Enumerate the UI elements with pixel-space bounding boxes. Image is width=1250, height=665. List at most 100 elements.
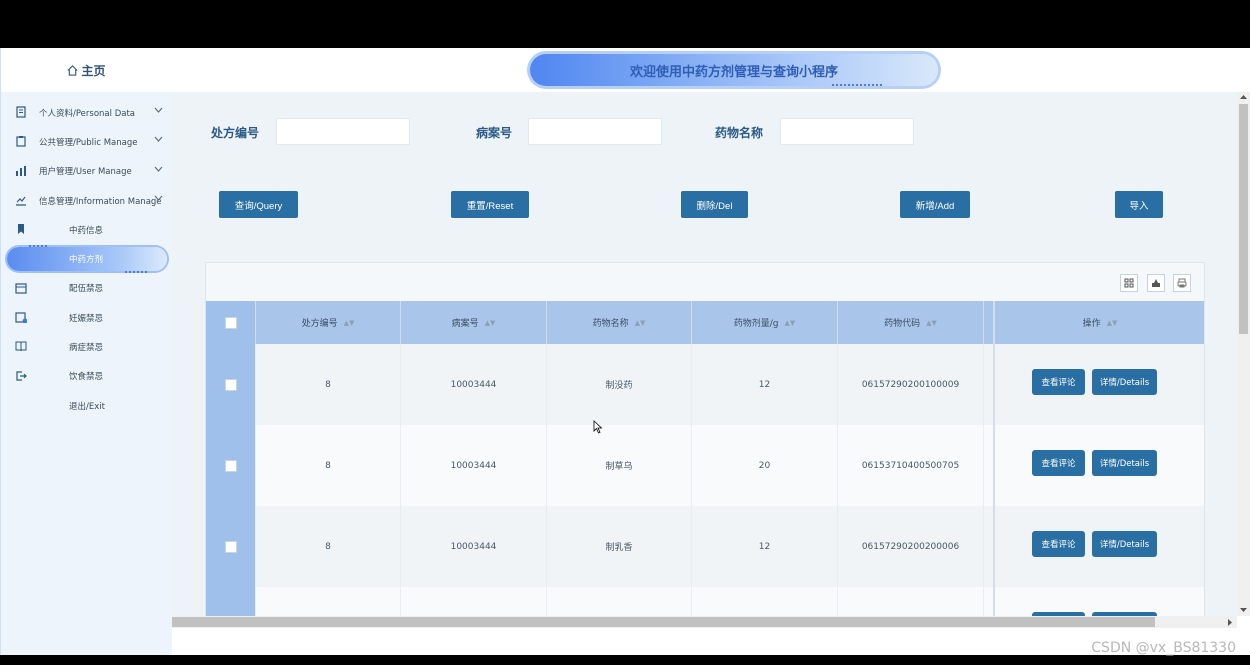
sidebar-item-4[interactable]: 中药信息 (1, 215, 173, 244)
col-drug-code[interactable]: 药物代码 ▲▼ (838, 301, 984, 344)
sidebar-item-3[interactable]: 信息管理/Information Manage (1, 186, 173, 215)
chevron-down-icon (154, 195, 163, 201)
clipboard-icon (16, 136, 26, 147)
sidebar-menu: 个人资料/Personal Data 公共管理/Public Manage 用户管理… (1, 98, 173, 420)
chevron-down-icon (154, 136, 163, 143)
filter-label-drug-name: 药物名称 (715, 126, 764, 140)
banner: 欢迎使用中药方剂管理与查询小程序 (530, 54, 938, 86)
sort-icon: ▲▼ (784, 318, 796, 327)
table-toolbar (206, 263, 1204, 301)
vertical-scrollbar[interactable] (1237, 92, 1250, 616)
print-icon[interactable] (1173, 274, 1191, 292)
table-cell (692, 587, 838, 616)
sort-icon: ▲▼ (1106, 318, 1118, 327)
horizontal-scroll-thumb[interactable] (172, 617, 1155, 627)
sidebar-item-8[interactable]: 病症禁忌 (1, 332, 173, 361)
table-cell (838, 587, 984, 616)
view-comments-button[interactable]: 查看评论 (1032, 531, 1085, 557)
row-checkbox[interactable] (224, 540, 237, 553)
query-button[interactable]: 查询/Query (219, 191, 298, 218)
row-select-cell (206, 587, 256, 616)
sidebar-item-label: 中药方剂 (69, 255, 104, 266)
columns-toggle-icon[interactable] (1120, 274, 1138, 292)
screen: 主页 个人资料/Personal Data 公共管理/Public Manage 用… (0, 0, 1250, 665)
table-cell: 06157290200100009 (838, 344, 984, 425)
pill-dots (29, 245, 49, 248)
table-row: 8 10003444 制乳香 12 06157290200200006 查看评论 详情/De… (206, 506, 1204, 587)
chevron-down-icon (154, 166, 163, 172)
table-header: 处方编号 ▲▼ 病案号 ▲▼ 药物名称 ▲▼ 药物剂量/g ▲▼ 药物代码 ▲▼ 操作 ▲▼ (206, 301, 1204, 344)
table-cell: 12 (692, 506, 838, 587)
select-all-checkbox[interactable] (224, 316, 237, 329)
watermark: CSDN @vx_BS81330 (1091, 640, 1236, 656)
table-cell (401, 587, 547, 616)
chevron-down-icon (154, 107, 163, 113)
sidebar-item-1[interactable]: 公共管理/Public Manage (1, 127, 173, 156)
col-case-no[interactable]: 病案号 ▲▼ (401, 301, 547, 344)
home-link[interactable]: 主页 (1, 48, 172, 92)
scroll-right-icon (1228, 619, 1232, 626)
col-dose[interactable]: 药物剂量/g ▲▼ (692, 301, 838, 344)
row-select-cell (206, 344, 256, 425)
sidebar-item-10[interactable]: 退出/Exit (1, 391, 173, 420)
sidebar-item-label: 用户管理/User Manage (39, 167, 132, 178)
sidebar-item-label: 个人资料/Personal Data (39, 108, 135, 119)
sidebar-item-label: 妊娠禁忌 (69, 313, 104, 324)
table-cell: 06153710400500705 (838, 425, 984, 506)
horizontal-scrollbar[interactable] (172, 616, 1237, 628)
filter-label-case-no: 病案号 (476, 126, 513, 140)
row-checkbox[interactable] (224, 459, 237, 472)
sidebar-item-7[interactable]: 妊娠禁忌 (1, 303, 173, 332)
ops-cell: 查看评论 详情/Details (993, 506, 1204, 587)
view-comments-button[interactable]: 查看评论 (1032, 369, 1085, 395)
view-comments-button[interactable]: 查看评论 (1032, 450, 1085, 476)
details-button[interactable]: 详情/Details (1092, 369, 1157, 395)
bookmark-icon (18, 224, 24, 235)
details-button[interactable]: 详情/Details (1092, 450, 1157, 476)
sidebar-item-9[interactable]: 饮食禁忌 (1, 362, 173, 391)
app-window: 主页 个人资料/Personal Data 公共管理/Public Manage 用… (0, 48, 1250, 655)
add-button[interactable]: 新增/Add (900, 191, 970, 218)
ops-cell (993, 587, 1204, 616)
table-cell: 制乳香 (547, 506, 692, 587)
sidebar-item-2[interactable]: 用户管理/User Manage (1, 157, 173, 186)
col-drug-name[interactable]: 药物名称 ▲▼ (547, 301, 692, 344)
col-operations[interactable]: 操作 ▲▼ (993, 301, 1204, 344)
banner-title: 欢迎使用中药方剂管理与查询小程序 (629, 65, 838, 80)
sidebar-item-6[interactable]: 配伍禁忌 (1, 274, 173, 303)
sidebar-item-label: 配伍禁忌 (69, 284, 104, 295)
details-button[interactable]: 详情/Details (1092, 531, 1157, 557)
home-icon (68, 64, 78, 76)
sidebar-item-0[interactable]: 个人资料/Personal Data (1, 98, 173, 127)
ops-cell: 查看评论 详情/Details (993, 425, 1204, 506)
table-cell (256, 587, 401, 616)
row-checkbox[interactable] (224, 378, 237, 391)
sidebar-item-5[interactable]: 中药方剂 (1, 244, 173, 274)
book-icon (15, 341, 27, 352)
export-icon[interactable] (1147, 274, 1165, 292)
calendar-check-icon (15, 312, 27, 324)
case-no-input[interactable] (528, 118, 662, 145)
logout-icon (16, 371, 27, 381)
table-cell: 8 (256, 344, 401, 425)
prescription-no-input[interactable] (276, 118, 410, 145)
sidebar-item-label: 中药信息 (69, 225, 104, 236)
drug-name-input[interactable] (780, 118, 914, 145)
sort-icon: ▲▼ (484, 318, 496, 327)
table-cell: 8 (256, 506, 401, 587)
ops-cell: 查看评论 详情/Details (993, 344, 1204, 425)
sidebar-item-label: 退出/Exit (69, 401, 105, 412)
import-button[interactable]: 导入 (1115, 191, 1163, 218)
table-cell: 20 (692, 425, 838, 506)
table-cell: 制没药 (547, 344, 692, 425)
banner-dots-top (588, 51, 638, 53)
col-prescription-no[interactable]: 处方编号 ▲▼ (256, 301, 401, 344)
sort-icon: ▲▼ (343, 318, 355, 327)
row-select-cell (206, 425, 256, 506)
delete-button[interactable]: 删除/Del (681, 191, 748, 218)
scroll-up-icon (1240, 95, 1247, 99)
reset-button[interactable]: 重置/Reset (451, 191, 529, 218)
vertical-scroll-thumb[interactable] (1239, 104, 1248, 334)
table-cell: 06157290200200006 (838, 506, 984, 587)
sidebar-item-label: 公共管理/Public Manage (39, 137, 138, 148)
